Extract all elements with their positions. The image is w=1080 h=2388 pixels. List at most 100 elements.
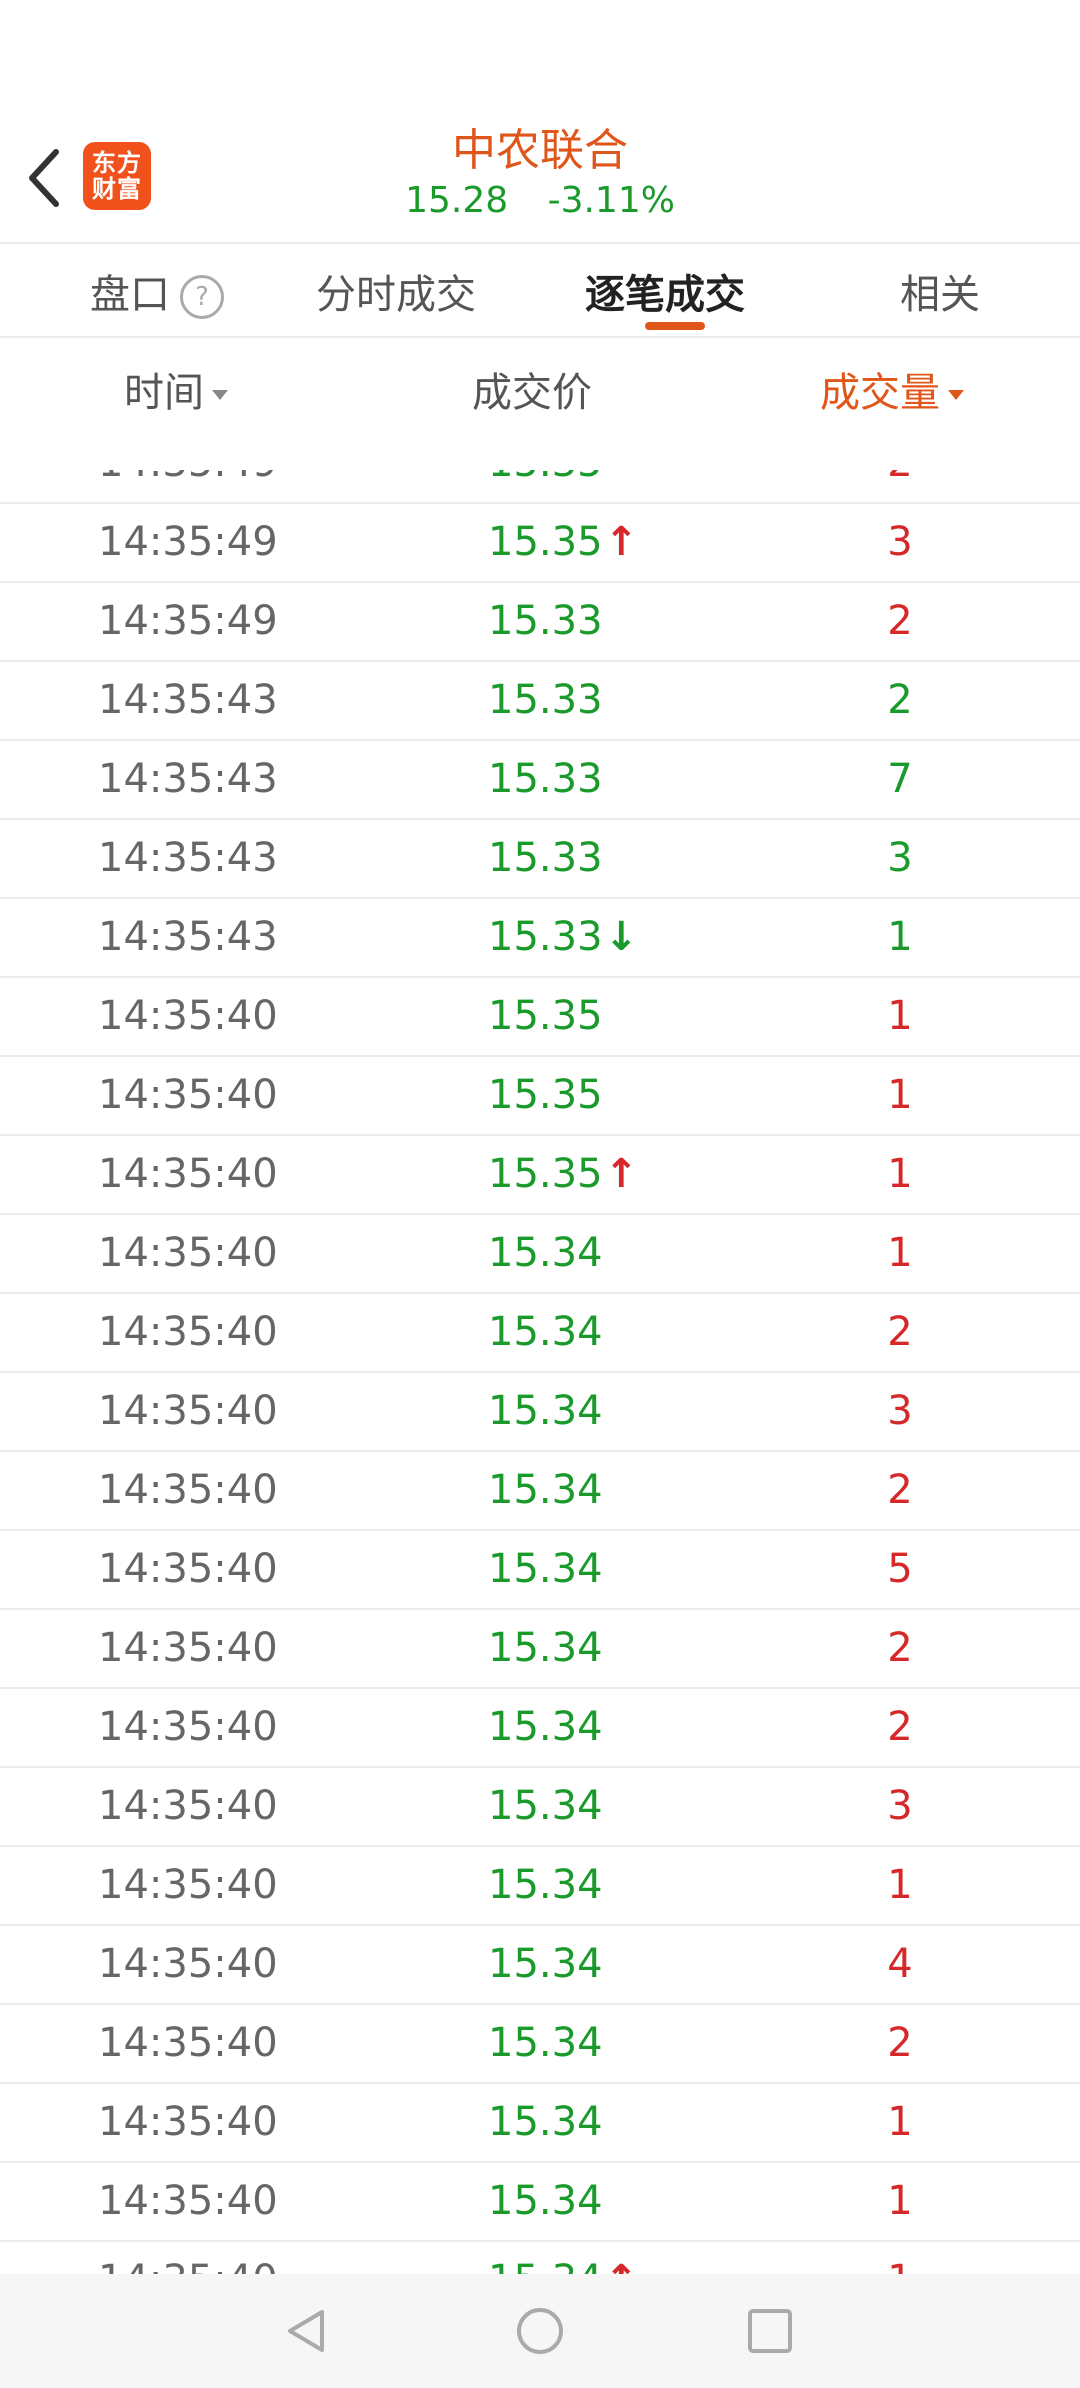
trade-price: 15.34 [488, 1388, 603, 1434]
trade-price: 15.34 [488, 1941, 603, 1987]
tab-label: 盘口 [90, 272, 170, 318]
sort-by-volume[interactable]: 成交量 [820, 360, 964, 418]
nav-home-button[interactable] [515, 2306, 565, 2356]
trade-time: 14:35:40 [98, 1388, 278, 1434]
tab-related[interactable]: 相关 [900, 262, 980, 320]
nav-back-button[interactable] [282, 2306, 332, 2356]
back-triangle-icon [288, 2310, 324, 2352]
trade-price: 15.33 [488, 914, 603, 960]
trade-volume: 4 [887, 1941, 913, 1987]
tab-label: 逐笔成交 [585, 272, 745, 318]
trade-list[interactable]: 14:35:49 15.35 2 14:35:4915.35↑314:35:49… [0, 470, 1080, 2274]
trade-volume: 2 [887, 1467, 913, 1513]
trade-price-cell: 15.34 [488, 1467, 603, 1513]
trade-price: 15.35 [488, 1072, 603, 1118]
trade-price-cell: 15.33 [488, 756, 603, 802]
trade-volume: 1 [887, 2178, 913, 2224]
trade-price-cell: 15.34↑ [488, 2257, 638, 2274]
trade-volume: 1 [887, 1072, 913, 1118]
trade-time: 14:35:49 [98, 470, 278, 486]
trade-price: 15.34 [488, 1862, 603, 1908]
trade-price: 15.34 [488, 1625, 603, 1671]
trade-price: 15.34 [488, 1546, 603, 1592]
trade-volume: 3 [887, 1388, 913, 1434]
trade-time: 14:35:49 [98, 598, 278, 644]
trade-price-cell: 15.34 [488, 2178, 603, 2224]
trade-volume: 2 [887, 677, 913, 723]
stock-change-pct: -3.11% [547, 180, 675, 221]
table-row: 14:35:40 15.34 2 [0, 1688, 1080, 1768]
tab-handicap[interactable]: 盘口? [90, 262, 224, 320]
trade-price: 15.34 [488, 2178, 603, 2224]
status-bar [0, 0, 1080, 100]
trade-price: 15.33 [488, 835, 603, 881]
trade-price-cell: 15.34 [488, 1625, 603, 1671]
tab-label: 分时成交 [316, 272, 476, 318]
trade-volume: 2 [887, 598, 913, 644]
home-circle-icon [517, 2308, 563, 2354]
trade-time: 14:35:40 [98, 1467, 278, 1513]
trade-price-cell: 15.33 [488, 835, 603, 881]
trade-price-cell: 15.34 [488, 1230, 603, 1276]
trade-price: 15.34 [488, 1783, 603, 1829]
table-row: 14:35:40 15.35 1 [0, 1056, 1080, 1136]
column-header: 时间 成交价 成交量 [0, 338, 1080, 468]
table-row: 14:35:40 15.34 3 [0, 1767, 1080, 1847]
table-row: 14:35:40 15.34 2 [0, 1451, 1080, 1531]
table-row: 14:35:49 15.35 2 [0, 470, 1080, 504]
sort-caret-icon [948, 390, 964, 400]
trade-price: 15.34 [488, 1230, 603, 1276]
tab-bar: 盘口? 分时成交 逐笔成交 相关 [0, 244, 1080, 336]
trade-time: 14:35:40 [98, 993, 278, 1039]
table-row: 14:35:43 15.33 2 [0, 661, 1080, 741]
trade-price: 15.34 [488, 2257, 603, 2274]
table-row: 14:35:40 15.34 2 [0, 1293, 1080, 1373]
sort-caret-icon [212, 390, 228, 400]
trade-volume: 7 [887, 756, 913, 802]
trade-time: 14:35:40 [98, 2257, 278, 2274]
help-icon[interactable]: ? [180, 275, 224, 319]
trade-price-cell: 15.34 [488, 1309, 603, 1355]
trade-price: 15.33 [488, 677, 603, 723]
table-row: 14:35:40 15.35↑ 1 [0, 1135, 1080, 1215]
trade-time: 14:35:40 [98, 1862, 278, 1908]
trade-price-cell: 15.35 [488, 1072, 603, 1118]
tab-time-sharing-trades[interactable]: 分时成交 [316, 262, 476, 320]
trade-price: 15.35 [488, 470, 603, 486]
arrow-up-icon: ↑ [605, 2257, 639, 2274]
system-nav-bar [0, 2274, 1080, 2388]
trade-time: 14:35:40 [98, 1230, 278, 1276]
tab-tick-trades[interactable]: 逐笔成交 [585, 262, 745, 320]
trade-price-cell: 15.33 [488, 677, 603, 723]
trade-price-cell: 15.33↓ [488, 914, 638, 960]
table-row: 14:35:40 15.34 1 [0, 1214, 1080, 1294]
table-row: 14:35:40 15.34 1 [0, 2083, 1080, 2163]
table-row: 14:35:43 15.33 7 [0, 740, 1080, 820]
trade-volume: 3 [887, 519, 913, 565]
trade-time: 14:35:40 [98, 1309, 278, 1355]
trade-volume: 2 [887, 1704, 913, 1750]
nav-recents-button[interactable] [745, 2306, 795, 2356]
tab-label: 相关 [900, 272, 980, 318]
table-row: 14:35:49 15.35↑ 3 [0, 503, 1080, 583]
table-row: 14:35:40 15.34 4 [0, 1925, 1080, 2005]
trade-price: 15.33 [488, 598, 603, 644]
trade-volume: 2 [887, 1625, 913, 1671]
trade-price-cell: 15.34 [488, 2020, 603, 2066]
trade-volume: 1 [887, 914, 913, 960]
trade-price-cell: 15.34 [488, 1388, 603, 1434]
trade-time: 14:35:40 [98, 1704, 278, 1750]
trade-time: 14:35:43 [98, 677, 278, 723]
trade-price: 15.34 [488, 1309, 603, 1355]
trade-time: 14:35:40 [98, 2020, 278, 2066]
trade-price-cell: 15.34 [488, 1546, 603, 1592]
stock-header: 东方 财富 中农联合 15.28 -3.11% [0, 100, 1080, 242]
column-price-label: 成交价 [472, 370, 592, 416]
trade-volume: 1 [887, 1230, 913, 1276]
trade-price: 15.34 [488, 2020, 603, 2066]
trade-price-cell: 15.35 [488, 993, 603, 1039]
trade-volume: 2 [887, 2020, 913, 2066]
table-row: 14:35:40 15.34 5 [0, 1530, 1080, 1610]
sort-by-time[interactable]: 时间 [124, 360, 228, 418]
table-row: 14:35:43 15.33↓ 1 [0, 898, 1080, 978]
